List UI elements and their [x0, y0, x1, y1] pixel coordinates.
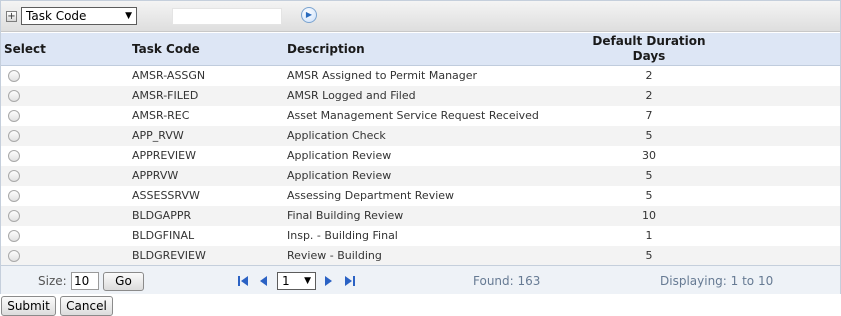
- task-code-cell: AMSR-FILED: [132, 89, 199, 102]
- description-cell: Application Review: [287, 149, 392, 162]
- duration-cell: 2: [645, 89, 653, 102]
- task-code-cell: BLDGAPPR: [132, 209, 192, 222]
- table-row[interactable]: BLDGAPPR Final Building Review 10: [1, 206, 840, 226]
- table-row[interactable]: BLDGREVIEW Review - Building 5: [1, 246, 840, 266]
- page-size-input[interactable]: 10: [71, 272, 99, 290]
- description-cell: Asset Management Service Request Receive…: [287, 109, 539, 122]
- column-header-select: Select: [4, 42, 46, 56]
- table-row[interactable]: ASSESSRVW Assessing Department Review 5: [1, 186, 840, 206]
- page-size-label: Size:: [38, 274, 67, 288]
- task-code-cell: ASSESSRVW: [132, 189, 200, 202]
- plus-square-icon[interactable]: +: [6, 11, 17, 22]
- table-row[interactable]: AMSR-ASSGN AMSR Assigned to Permit Manag…: [1, 66, 840, 86]
- table-row[interactable]: BLDGFINAL Insp. - Building Final 1: [1, 226, 840, 246]
- duration-cell: 5: [645, 189, 653, 202]
- last-page-icon[interactable]: [344, 275, 356, 289]
- description-cell: Insp. - Building Final: [287, 229, 398, 242]
- task-code-grid: + Task Code ▼ ▶ Select Task Code Descrip…: [0, 0, 841, 294]
- filter-field-value: Task Code: [26, 9, 87, 23]
- table-row[interactable]: APP_RVW Application Check 5: [1, 126, 840, 146]
- column-header-default-duration[interactable]: Default Duration: [575, 34, 723, 48]
- cancel-button[interactable]: Cancel: [60, 296, 113, 316]
- task-code-cell: AMSR-REC: [132, 109, 190, 122]
- description-cell: Assessing Department Review: [287, 189, 455, 202]
- description-cell: AMSR Assigned to Permit Manager: [287, 69, 478, 82]
- table-row[interactable]: APPREVIEW Application Review 30: [1, 146, 840, 166]
- row-select-radio[interactable]: [8, 70, 20, 82]
- row-select-radio[interactable]: [8, 130, 20, 142]
- page-size-go-button[interactable]: Go: [103, 272, 144, 291]
- found-count: Found: 163: [473, 274, 541, 288]
- column-header-days: Days: [632, 49, 666, 63]
- column-header-description[interactable]: Description: [287, 42, 365, 56]
- dropdown-caret-icon: ▼: [125, 11, 132, 21]
- row-select-radio[interactable]: [8, 230, 20, 242]
- row-select-radio[interactable]: [8, 210, 20, 222]
- duration-cell: 5: [645, 249, 653, 262]
- page-number-value: 1: [282, 274, 290, 288]
- description-cell: AMSR Logged and Filed: [287, 89, 416, 102]
- task-code-cell: APPRVW: [132, 169, 179, 182]
- description-cell: Application Check: [287, 129, 386, 142]
- displaying-range: Displaying: 1 to 10: [660, 274, 774, 288]
- task-code-cell: APP_RVW: [132, 129, 184, 142]
- row-select-radio[interactable]: [8, 170, 20, 182]
- duration-cell: 5: [645, 169, 653, 182]
- row-select-radio[interactable]: [8, 110, 20, 122]
- task-code-cell: APPREVIEW: [132, 149, 196, 162]
- go-arrow-icon[interactable]: ▶: [301, 7, 317, 23]
- table-row[interactable]: AMSR-FILED AMSR Logged and Filed 2: [1, 86, 840, 106]
- page-number-select[interactable]: 1 ▼: [277, 272, 316, 290]
- task-code-cell: BLDGFINAL: [132, 229, 195, 242]
- dropdown-caret-icon: ▼: [304, 276, 311, 286]
- filter-field-select[interactable]: Task Code ▼: [21, 7, 137, 25]
- row-select-radio[interactable]: [8, 150, 20, 162]
- table-row[interactable]: APPRVW Application Review 5: [1, 166, 840, 186]
- task-code-cell: AMSR-ASSGN: [132, 69, 206, 82]
- submit-button[interactable]: Submit: [1, 296, 56, 316]
- row-select-radio[interactable]: [8, 190, 20, 202]
- duration-cell: 5: [645, 129, 653, 142]
- previous-page-icon[interactable]: [258, 275, 268, 289]
- table-header: Select Task Code Description Default Dur…: [1, 33, 840, 66]
- duration-cell: 10: [642, 209, 656, 222]
- duration-cell: 2: [645, 69, 653, 82]
- filter-value-input[interactable]: [172, 8, 282, 25]
- pager-bar: Size: 10 Go 1 ▼ Found: 163 Displaying: 1…: [1, 265, 840, 294]
- column-header-task-code[interactable]: Task Code: [132, 42, 200, 56]
- row-select-radio[interactable]: [8, 90, 20, 102]
- description-cell: Review - Building: [287, 249, 382, 262]
- duration-cell: 30: [642, 149, 656, 162]
- first-page-icon[interactable]: [237, 275, 249, 289]
- filter-bar: + Task Code ▼ ▶: [1, 1, 840, 32]
- duration-cell: 7: [645, 109, 653, 122]
- task-code-cell: BLDGREVIEW: [132, 249, 206, 262]
- table-row[interactable]: AMSR-REC Asset Management Service Reques…: [1, 106, 840, 126]
- next-page-icon[interactable]: [324, 275, 334, 289]
- row-select-radio[interactable]: [8, 250, 20, 262]
- description-cell: Final Building Review: [287, 209, 404, 222]
- duration-cell: 1: [645, 229, 653, 242]
- description-cell: Application Review: [287, 169, 392, 182]
